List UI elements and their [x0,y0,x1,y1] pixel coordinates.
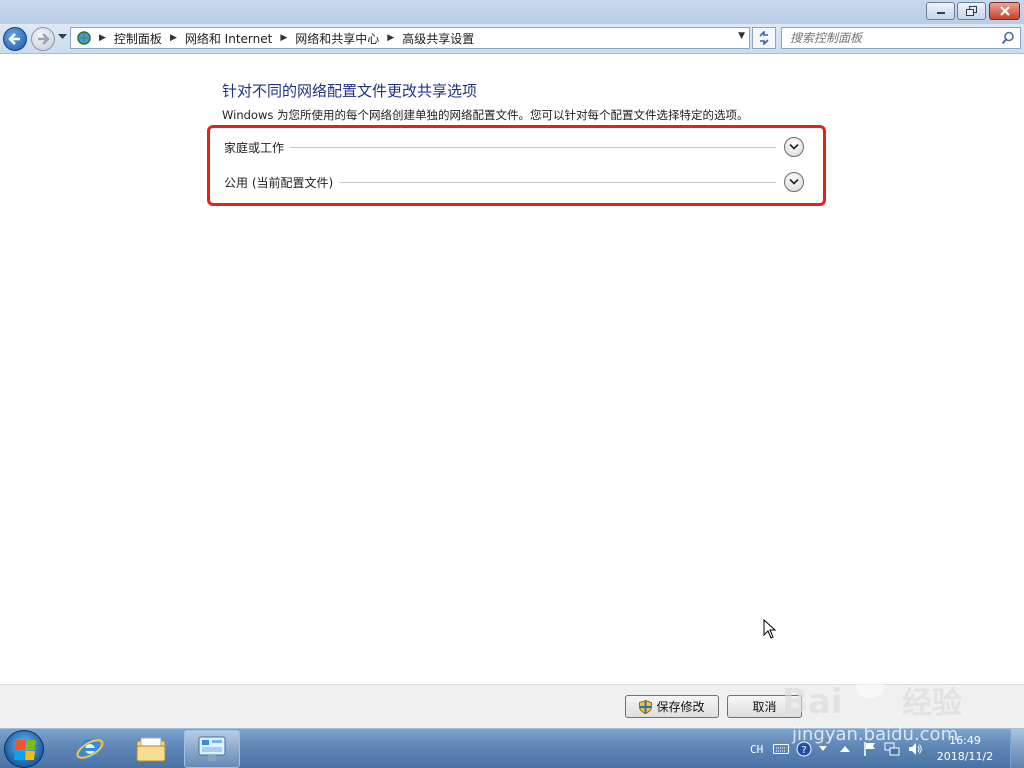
save-button[interactable]: 保存修改 [625,695,719,718]
refresh-icon [759,31,769,45]
profile-section-home-work[interactable]: 家庭或工作 [224,135,804,159]
breadcrumb-advanced-sharing[interactable]: 高级共享设置 [402,30,474,47]
mouse-cursor-icon [763,619,777,639]
taskbar-internet-explorer[interactable] [62,730,118,768]
language-indicator[interactable]: CH [750,743,763,756]
chevron-down-icon [789,178,799,185]
breadcrumb-separator[interactable]: ▶ [280,33,287,43]
forward-button[interactable] [31,27,55,51]
cancel-button[interactable]: 取消 [727,695,802,718]
windows-logo-icon [13,740,37,760]
back-arrow-icon [8,33,20,45]
address-dropdown-icon[interactable]: ▼ [738,31,745,41]
expand-button[interactable] [784,172,804,192]
taskbar-windows-explorer[interactable] [123,730,179,768]
close-icon [999,6,1010,16]
taskbar-control-panel[interactable] [184,730,240,768]
restore-icon [965,6,977,16]
show-hidden-icons-icon[interactable] [840,745,851,753]
svg-text:?: ? [802,745,807,756]
network-icon [77,31,91,45]
restore-button[interactable] [957,2,986,20]
content-area: 针对不同的网络配置文件更改共享选项 Windows 为您所使用的每个网络创建单独… [0,55,1024,685]
breadcrumb-separator[interactable]: ▶ [170,33,177,43]
shield-icon [639,699,653,714]
address-bar[interactable]: ▶ 控制面板 ▶ 网络和 Internet ▶ 网络和共享中心 ▶ 高级共享设置… [70,27,750,49]
page-description: Windows 为您所使用的每个网络创建单独的网络配置文件。您可以针对每个配置文… [222,108,749,122]
minimize-button[interactable] [926,2,955,20]
footer-bar: 保存修改 取消 [0,684,1024,728]
forward-arrow-icon [38,33,50,45]
chevron-down-icon [789,143,799,150]
profile-section-public[interactable]: 公用 (当前配置文件) [224,170,804,194]
search-box[interactable] [781,27,1021,49]
breadcrumb-separator[interactable]: ▶ [387,33,394,43]
show-desktop-button[interactable] [1010,729,1024,768]
control-panel-icon [198,736,226,761]
start-button[interactable] [4,730,44,768]
window-title-bar [0,0,1024,24]
internet-explorer-icon [76,739,104,759]
breadcrumb-separator: ▶ [99,33,106,43]
divider [339,181,776,183]
section-label: 公用 (当前配置文件) [224,175,334,190]
ime-dropdown-icon[interactable] [819,746,828,752]
search-icon[interactable] [1001,31,1015,45]
breadcrumb-control-panel[interactable]: 控制面板 [114,30,162,47]
divider [290,146,776,148]
minimize-icon [936,12,945,14]
back-button[interactable] [3,27,27,51]
page-title: 针对不同的网络配置文件更改共享选项 [222,82,478,100]
folder-icon [136,737,166,762]
keyboard-icon[interactable] [773,743,790,755]
section-label: 家庭或工作 [224,140,285,155]
breadcrumb-network-sharing-center[interactable]: 网络和共享中心 [295,30,379,47]
refresh-button[interactable] [752,27,776,49]
expand-button[interactable] [784,137,804,157]
clock-date: 2018/11/2 [936,750,994,763]
close-button[interactable] [989,2,1020,20]
save-label: 保存修改 [656,700,705,714]
breadcrumb-network-internet[interactable]: 网络和 Internet [185,30,272,47]
recent-pages-dropdown-icon[interactable] [58,34,67,40]
navigation-bar: ▶ 控制面板 ▶ 网络和 Internet ▶ 网络和共享中心 ▶ 高级共享设置… [0,24,1024,54]
watermark-text: jingyan.baidu.com [792,724,959,745]
search-input[interactable] [782,28,992,48]
